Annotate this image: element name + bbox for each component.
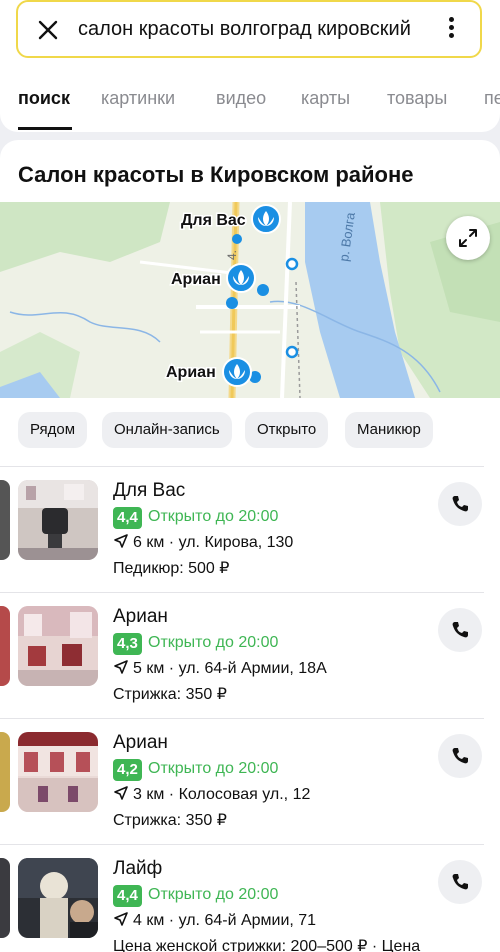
map-pin-label: Ариан: [166, 364, 216, 381]
salon-name[interactable]: Лайф: [113, 858, 162, 880]
distance-address: 6 км · ул. Кирова, 130: [113, 533, 293, 552]
phone-icon: [452, 748, 468, 764]
call-button[interactable]: [438, 734, 482, 778]
local-results-card: Салон красоты в Кировском районе р. Волг…: [0, 140, 500, 952]
tab-search[interactable]: поиск: [18, 88, 70, 109]
search-header: салон красоты волгоград кировский: [0, 0, 500, 68]
salon-photo[interactable]: [18, 858, 98, 938]
card-title: Салон красоты в Кировском районе: [18, 162, 414, 187]
list-item[interactable]: Ариан 4,3 Открыто до 20:00 5 км · ул. 64…: [0, 592, 500, 718]
chip-online-booking[interactable]: Онлайн-запись: [102, 412, 232, 448]
chip-manicure[interactable]: Маникюр: [345, 412, 433, 448]
active-tab-indicator: [18, 127, 72, 130]
price-info: Цена женской стрижки: 200–500 ₽ · Цена: [113, 938, 421, 952]
search-tabs: поиск картинки видео карты товары пе: [0, 68, 500, 132]
salon-photo[interactable]: [18, 606, 98, 686]
address-text: 3 км · Колосовая ул., 12: [133, 786, 311, 803]
list-item[interactable]: Лайф 4,4 Открыто до 20:00 4 км · ул. 64-…: [0, 844, 500, 952]
rating-badge: 4,4: [113, 885, 142, 907]
tab-more[interactable]: пе: [484, 88, 500, 109]
call-button[interactable]: [438, 482, 482, 526]
map-expand-button[interactable]: [446, 216, 490, 260]
list-item[interactable]: Для Вас 4,4 Открыто до 20:00 6 км · ул. …: [0, 466, 500, 592]
map[interactable]: р. Волга 4. Для Вас Ариан Ариан: [0, 202, 500, 398]
location-arrow-icon: [114, 534, 128, 548]
address-text: 5 км · ул. 64-й Армии, 18А: [133, 660, 327, 677]
open-hours: Открыто до 20:00: [148, 760, 279, 777]
map-pin-label: Ариан: [171, 271, 221, 288]
search-input[interactable]: салон красоты волгоград кировский: [78, 18, 428, 41]
price-info: Педикюр: 500 ₽: [113, 560, 230, 577]
more-vertical-icon[interactable]: [444, 14, 458, 44]
call-button[interactable]: [438, 608, 482, 652]
expand-icon: [459, 229, 477, 247]
close-icon[interactable]: [36, 18, 60, 42]
divider: [0, 466, 484, 467]
distance-address: 4 км · ул. 64-й Армии, 71: [113, 911, 316, 930]
location-arrow-icon: [114, 660, 128, 674]
search-box[interactable]: салон красоты волгоград кировский: [16, 0, 482, 58]
distance-address: 3 км · Колосовая ул., 12: [113, 785, 310, 804]
phone-icon: [452, 496, 468, 512]
tab-products[interactable]: товары: [387, 88, 447, 109]
distance-address: 5 км · ул. 64-й Армии, 18А: [113, 659, 327, 678]
salon-name[interactable]: Ариан: [113, 606, 168, 628]
list-item[interactable]: Ариан 4,2 Открыто до 20:00 3 км · Колосо…: [0, 718, 500, 844]
location-arrow-icon: [114, 786, 128, 800]
divider: [0, 844, 484, 845]
chip-nearby[interactable]: Рядом: [18, 412, 88, 448]
salon-photo[interactable]: [18, 480, 98, 560]
filter-chips: Рядом Онлайн-запись Открыто Маникюр: [0, 412, 500, 452]
salon-photo[interactable]: [18, 732, 98, 812]
divider: [0, 718, 484, 719]
call-button[interactable]: [438, 860, 482, 904]
phone-icon: [452, 622, 468, 638]
location-arrow-icon: [114, 912, 128, 926]
phone-icon: [452, 874, 468, 890]
chip-open-now[interactable]: Открыто: [245, 412, 329, 448]
salon-name[interactable]: Ариан: [113, 732, 168, 754]
road-label: 4.: [225, 250, 239, 260]
address-text: 4 км · ул. 64-й Армии, 71: [133, 912, 317, 929]
prev-photo-peek: [0, 480, 10, 560]
prev-photo-peek: [0, 606, 10, 686]
prev-photo-peek: [0, 732, 10, 812]
rating-badge: 4,3: [113, 633, 142, 655]
rating-badge: 4,2: [113, 759, 142, 781]
open-hours: Открыто до 20:00: [148, 634, 279, 651]
open-hours: Открыто до 20:00: [148, 508, 279, 525]
tab-images[interactable]: картинки: [101, 88, 175, 109]
tab-video[interactable]: видео: [216, 88, 266, 109]
prev-photo-peek: [0, 858, 10, 938]
open-hours: Открыто до 20:00: [148, 886, 279, 903]
address-text: 6 км · ул. Кирова, 130: [133, 534, 294, 551]
tab-maps[interactable]: карты: [301, 88, 350, 109]
price-info: Стрижка: 350 ₽: [113, 686, 227, 703]
salon-name[interactable]: Для Вас: [113, 480, 185, 502]
rating-badge: 4,4: [113, 507, 142, 529]
price-info: Стрижка: 350 ₽: [113, 812, 227, 829]
map-pin-label: Для Вас: [181, 212, 246, 229]
divider: [0, 592, 484, 593]
